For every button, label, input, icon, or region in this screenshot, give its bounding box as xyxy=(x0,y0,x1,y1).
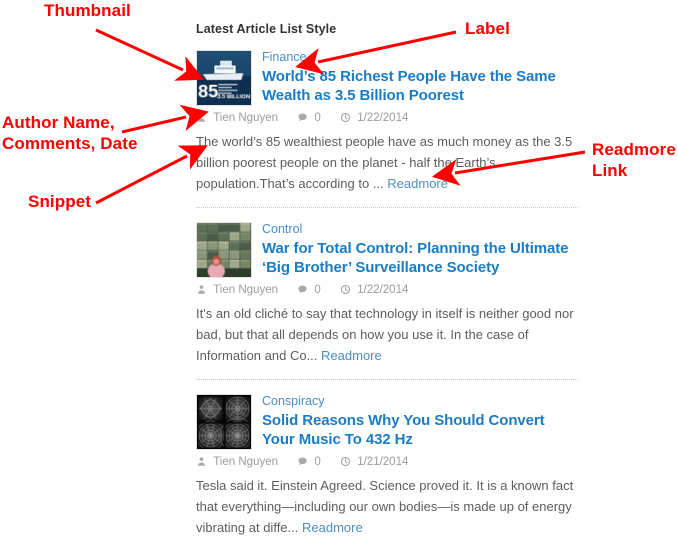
clock-icon xyxy=(340,112,351,123)
meta-date-value: 1/21/2014 xyxy=(357,456,409,468)
meta-author-name: Tien Nguyen xyxy=(213,284,278,296)
article-snippet: Tesla said it. Einstein Agreed. Science … xyxy=(196,475,578,538)
arrow-author-meta xyxy=(121,104,209,134)
article-category-link[interactable]: Control xyxy=(262,222,578,237)
article-title: World’s 85 Richest People Have the Same … xyxy=(262,67,578,105)
meta-date: 1/22/2014 xyxy=(340,111,408,126)
article-header-text: Conspiracy Solid Reasons Why You Should … xyxy=(262,394,578,449)
meta-author-name: Tien Nguyen xyxy=(213,112,278,124)
article-thumbnail[interactable] xyxy=(196,222,252,278)
article-snippet: It's an old cliché to say that technolog… xyxy=(196,303,578,366)
meta-author: Tien Nguyen xyxy=(196,455,278,470)
article-category-link[interactable]: Finance xyxy=(262,50,578,65)
meta-date: 1/21/2014 xyxy=(340,455,408,470)
article-header-text: Finance World’s 85 Richest People Have t… xyxy=(262,50,578,105)
readmore-link[interactable]: Readmore xyxy=(321,348,382,363)
clock-icon xyxy=(340,284,351,295)
comment-bubble-icon xyxy=(297,112,308,123)
article-meta: Tien Nguyen 0 1/22/2014 xyxy=(196,278,578,298)
article-title: War for Total Control: Planning the Ulti… xyxy=(262,239,578,277)
article-header-text: Control War for Total Control: Planning … xyxy=(262,222,578,277)
article-list-item: Conspiracy Solid Reasons Why You Should … xyxy=(196,379,578,551)
article-header: Conspiracy Solid Reasons Why You Should … xyxy=(196,394,578,450)
clock-icon xyxy=(340,456,351,467)
annotation-label-thumbnail: Thumbnail xyxy=(44,1,131,20)
article-snippet: The world’s 85 wealthiest people have as… xyxy=(196,131,578,194)
meta-comment-count: 0 xyxy=(314,284,321,296)
meta-date-value: 1/22/2014 xyxy=(357,284,409,296)
article-thumbnail[interactable] xyxy=(196,50,252,106)
article-list-item: Control War for Total Control: Planning … xyxy=(196,207,578,379)
readmore-link[interactable]: Readmore xyxy=(302,520,363,535)
article-snippet-text: It's an old cliché to say that technolog… xyxy=(196,306,574,363)
readmore-link[interactable]: Readmore xyxy=(387,176,448,191)
meta-date: 1/22/2014 xyxy=(340,283,408,298)
comment-bubble-icon xyxy=(297,284,308,295)
article-snippet-text: The world’s 85 wealthiest people have as… xyxy=(196,134,573,191)
user-icon xyxy=(196,456,207,467)
article-snippet-text: Tesla said it. Einstein Agreed. Science … xyxy=(196,478,574,535)
article-header: Finance World’s 85 Richest People Have t… xyxy=(196,50,578,106)
article-title: Solid Reasons Why You Should Convert You… xyxy=(262,411,578,449)
article-thumbnail[interactable] xyxy=(196,394,252,450)
meta-comment-count: 0 xyxy=(314,456,321,468)
arrow-thumbnail xyxy=(95,28,205,81)
meta-comments: 0 xyxy=(297,455,321,470)
annotation-label-readmore: Readmore Link xyxy=(592,140,676,180)
meta-comments: 0 xyxy=(297,283,321,298)
meta-author-name: Tien Nguyen xyxy=(213,456,278,468)
article-list-panel: Latest Article List Style Finance World’… xyxy=(196,22,578,551)
annotation-label-snippet: Snippet xyxy=(28,192,92,211)
meta-author: Tien Nguyen xyxy=(196,111,278,126)
arrow-snippet xyxy=(95,145,208,205)
meta-comments: 0 xyxy=(297,111,321,126)
article-meta: Tien Nguyen 0 1/21/2014 xyxy=(196,450,578,470)
meta-author: Tien Nguyen xyxy=(196,283,278,298)
user-icon xyxy=(196,112,207,123)
article-title-link[interactable]: World’s 85 Richest People Have the Same … xyxy=(262,68,556,104)
article-title-link[interactable]: War for Total Control: Planning the Ulti… xyxy=(262,240,569,276)
meta-date-value: 1/22/2014 xyxy=(357,112,409,124)
article-title-link[interactable]: Solid Reasons Why You Should Convert You… xyxy=(262,412,545,448)
page-title: Latest Article List Style xyxy=(196,22,337,36)
user-icon xyxy=(196,284,207,295)
article-header: Control War for Total Control: Planning … xyxy=(196,222,578,278)
article-list-item: Finance World’s 85 Richest People Have t… xyxy=(196,50,578,207)
article-category-link[interactable]: Conspiracy xyxy=(262,394,578,409)
comment-bubble-icon xyxy=(297,456,308,467)
annotation-label-author-meta: Author Name, Comments, Date xyxy=(2,113,138,153)
article-meta: Tien Nguyen 0 1/22/2014 xyxy=(196,106,578,126)
meta-comment-count: 0 xyxy=(314,112,321,124)
